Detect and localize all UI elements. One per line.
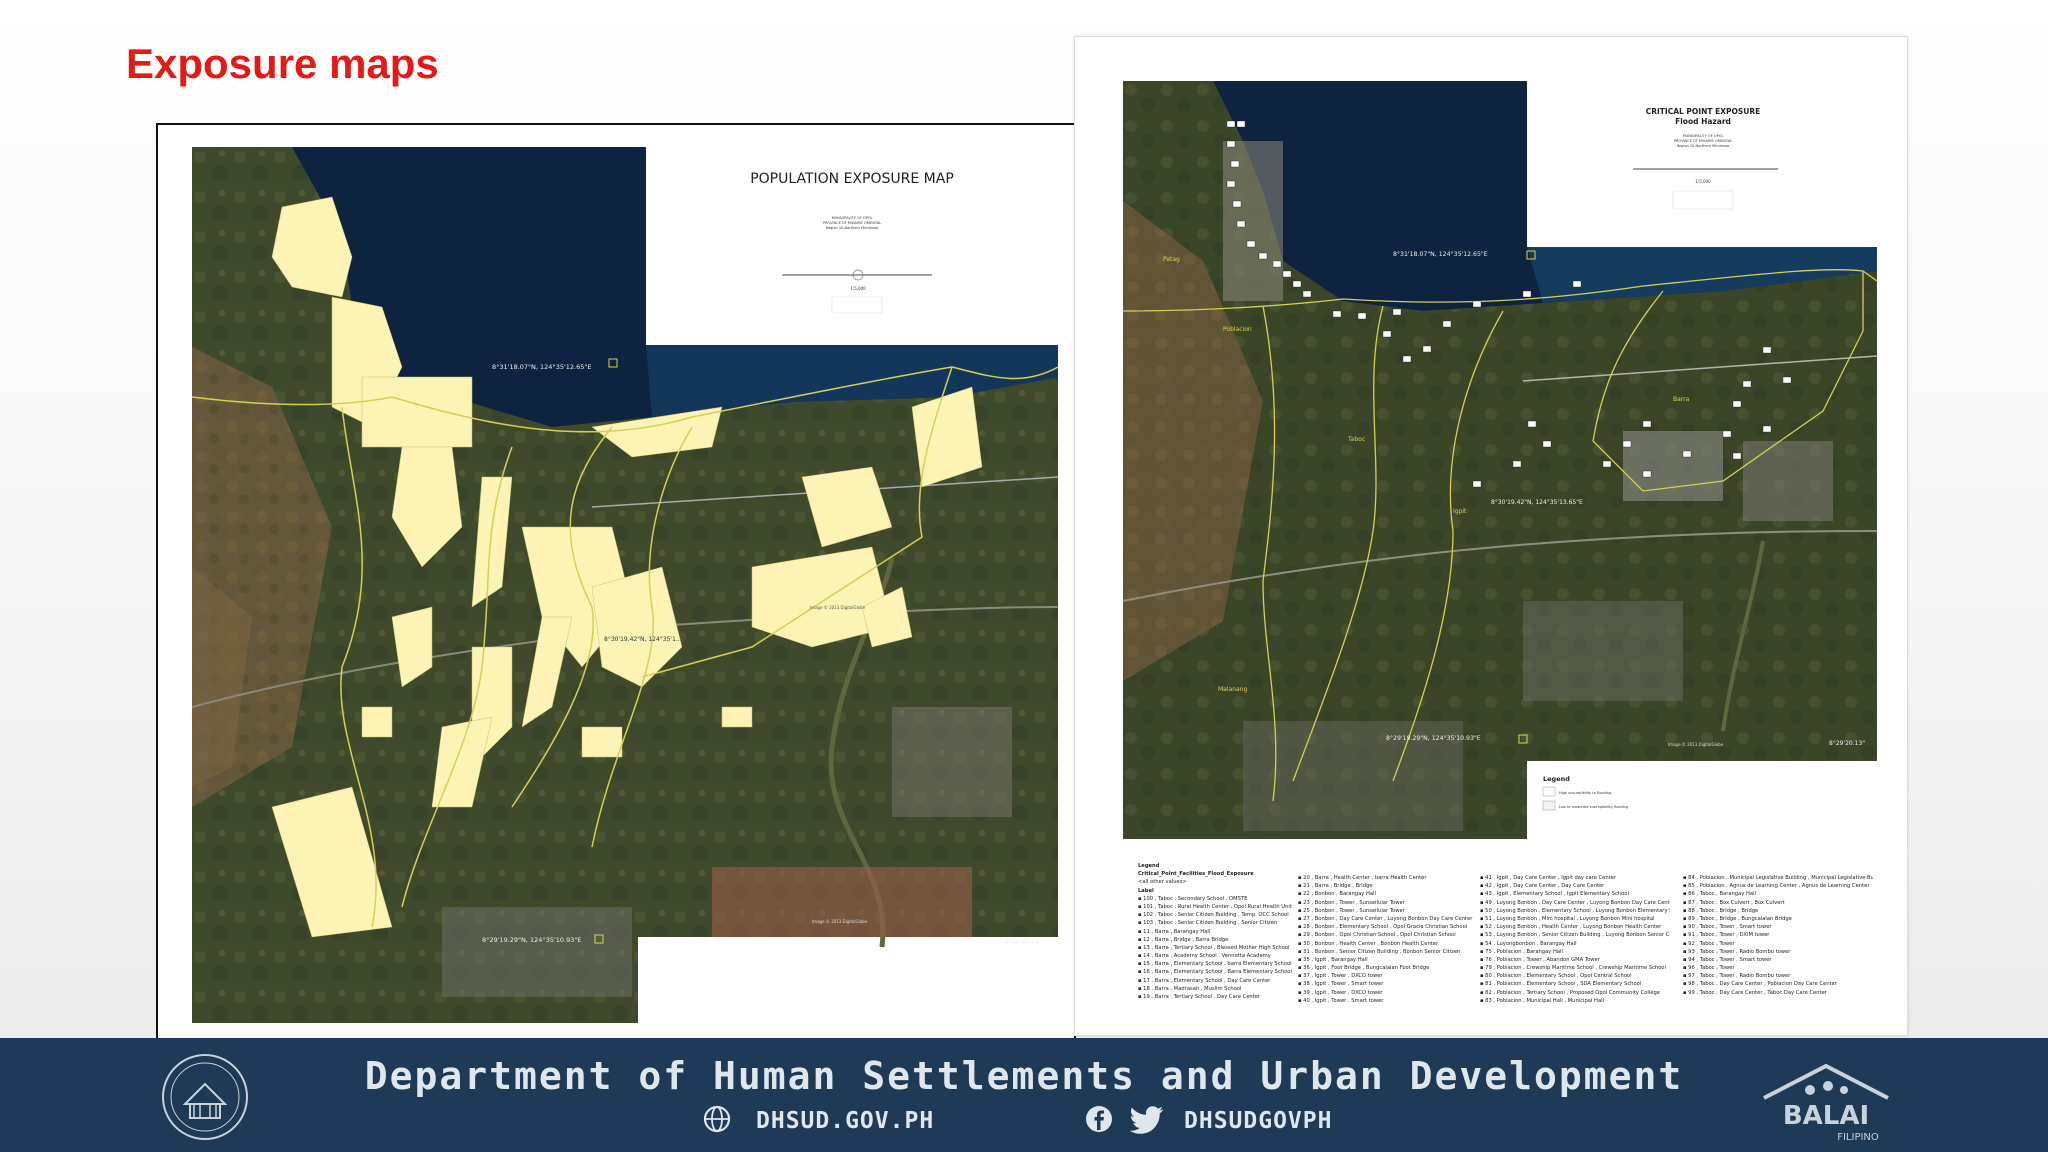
balai-filipino-logo: BALAI FILIPINO: [1763, 1063, 1889, 1143]
population-exposure-map-image: POPULATION EXPOSURE MAP MUNICIPALITY OF …: [192, 147, 1058, 1023]
legend-entry: ▪ 51 , Luyong Bonbon , Mini hospital , L…: [1480, 915, 1655, 922]
legend-entry: ▪ 22 , Bonbon , Barangay Hall: [1298, 891, 1376, 898]
right-coord-top: 8°31'18.07"N, 124°35'12.65"E: [1393, 250, 1488, 258]
left-map-title: POPULATION EXPOSURE MAP: [750, 171, 954, 187]
legend-entry: ▪ 28 , Bonbon , Elementary School , Opol…: [1298, 924, 1468, 931]
twitter-icon[interactable]: [1130, 1106, 1164, 1134]
legend-entry: ▪ 93 , Taboc , Tower , Radio Bombo tower: [1683, 948, 1791, 955]
legend-entry: ▪ 38 , Igpit , Tower , Smart tower: [1298, 981, 1384, 988]
place-label-barra: Barra: [1673, 396, 1690, 403]
left-map-sub1: MUNICIPALITY OF OPOL: [832, 216, 873, 220]
legend-entry: ▪ 75 , Poblacion , Barangay Hall: [1480, 948, 1563, 955]
social-handle[interactable]: DHSUDGOVPH: [1184, 1108, 1332, 1134]
globe-icon: [703, 1105, 731, 1133]
legend-entry: ▪ 42 , Igpit , Day Care Center , Day Car…: [1480, 883, 1605, 890]
legend-entry: ▪ 99 , Taboc , Day Care Center , Taboc D…: [1683, 989, 1827, 996]
right-map-sub1: MUNICIPALITY OF OPOL: [1683, 134, 1724, 138]
left-image-credit: Image © 2013 DigitalGlobe: [810, 605, 866, 610]
legend-entry: ▪ 31 , Bonbon , Senior Citizen Building …: [1298, 948, 1461, 955]
legend-entry: ▪ 54 , Luyongbonbon , Barangay Hall: [1480, 940, 1577, 947]
place-label-taboc: Taboc: [1347, 436, 1365, 443]
legend-entry: ▪ 76 , Poblacion , Tower , Abandon GMA T…: [1480, 956, 1600, 963]
legend-entry: ▪ 25 , Bonbon , Tower , Sunsellular Towe…: [1298, 907, 1405, 914]
legend-entry: ▪ 52 , Luyong Bonbon , Health Center , L…: [1480, 924, 1662, 931]
legend-entry: ▪ 97 , Taboc , Tower , Radio Bombo tower: [1683, 973, 1791, 980]
critical-point-exposure-map-image: Patag Poblacion Taboc Igpit Barra Malana…: [1123, 81, 1877, 839]
left-coord-bottom: 8°29'19.29"N, 124°35'10.93"E: [482, 936, 581, 944]
legend-entry: ▪ 92 , Taboc , Tower: [1683, 940, 1735, 947]
balai-logo-text: BALAI: [1783, 1101, 1869, 1131]
place-label-poblacion: Poblacion: [1223, 326, 1252, 333]
legend-column-3: ▪ 41 , Igpit , Day Care Center , Igpit d…: [1480, 874, 1670, 1005]
place-label-patag: Patag: [1163, 256, 1180, 263]
legend-entry: ▪ 98 , Taboc , Day Care Center , Poblaci…: [1683, 981, 1837, 988]
legend-entry: ▪ 88 , Taboc , Bridge , Bridge: [1683, 907, 1759, 914]
place-label-igpit: Igpit: [1453, 508, 1467, 515]
left-image-credit-2: Image © 2013 DigitalGlobe: [812, 919, 868, 924]
legend-entry: ▪ 39 , Igpit , Tower , DXCO tower: [1298, 989, 1383, 996]
legend-entry: ▪ 87 , Taboc , Box Culvert , Box Culvert: [1683, 899, 1785, 906]
legend-entry: ▪ 21 , Barra , Bridge , Bridge: [1298, 883, 1373, 890]
legend-entry: ▪ 43 , Igpit , Elementary School , Igpit…: [1480, 891, 1629, 898]
legend-entry: ▪ 40 , Igpit , Tower , Smart tower: [1298, 997, 1384, 1004]
right-image-credit: Image © 2013 DigitalGlobe: [1668, 742, 1724, 747]
legend-entry: ▪ 81 , Poblacion , Elementary School , S…: [1480, 981, 1642, 988]
right-coord-bottom-right: 8°29'20.13": [1829, 740, 1865, 747]
balai-logo-subtext: FILIPINO: [1837, 1132, 1879, 1143]
legend-entry: ▪ 36 , Igpit , Foot Bridge , Bungcalalan…: [1298, 965, 1430, 972]
department-name: Department of Human Settlements and Urba…: [364, 1054, 1684, 1098]
population-exposure-map: POPULATION EXPOSURE MAP MUNICIPALITY OF …: [156, 123, 1076, 1041]
right-coord-bottom: 8°29'19.29"N, 124°35'10.93"E: [1386, 734, 1481, 742]
legend-entry: ▪ 83 , Poblacion , Municipal Hall , Muni…: [1480, 997, 1605, 1004]
left-map-sub3: Region 10-Northern Mindanao: [826, 226, 879, 230]
footer-bar: Department of Human Settlements and Urba…: [0, 1038, 2048, 1152]
facebook-icon[interactable]: [1084, 1104, 1114, 1134]
legend-swatch-high: [1542, 786, 1556, 797]
right-map-scale: 1:5,000: [1695, 179, 1711, 184]
legend-entry: ▪ 27 , Bonbon , Day Care Center , Luyong…: [1298, 915, 1473, 922]
left-map-sub2: PROVINCE OF MISAMIS ORIENTAL: [823, 221, 881, 225]
legend-entry: ▪ 80 , Poblacion , Elementary School , O…: [1480, 973, 1632, 980]
legend-entry: ▪ 79 , Poblacion , Crewship Maritime Sch…: [1480, 965, 1666, 972]
website-link[interactable]: DHSUD.GOV.PH: [756, 1108, 934, 1134]
legend-item-high: High susceptibility to flooding: [1559, 791, 1611, 795]
critical-point-legend-list: Legend Critical_Point_Facilities_Flood_E…: [1138, 862, 1898, 1012]
left-coord-center: 8°30'19.42"N, 124°35'1...: [604, 636, 682, 643]
legend-entry: ▪ 94 , Taboc , Tower , Smart tower: [1683, 956, 1772, 963]
legend-entry: ▪ 85 , Poblacion , Agnus de Learning Cen…: [1683, 883, 1870, 890]
legend-entry: ▪ 90 , Taboc , Tower , Smart tower: [1683, 924, 1772, 931]
legend-entry: ▪ 86 , Taboc , Barangay Hall: [1683, 891, 1756, 898]
right-coord-center: 8°30'19.42"N, 124°35'13.65"E: [1491, 499, 1583, 506]
right-map-sub2: PROVINCE OF MISAMIS ORIENTAL: [1674, 139, 1732, 143]
legend-entry: ▪ 50 , Luyong Bonbon , Elementary School…: [1480, 907, 1670, 914]
place-label-malanang: Malanang: [1218, 686, 1247, 693]
legend-entry: ▪ 23 , Bonbon , Tower , Sunsellular Towe…: [1298, 899, 1405, 906]
right-map-title-2: Flood Hazard: [1675, 117, 1731, 126]
left-coord-top: 8°31'18.07"N, 124°35'12.65"E: [492, 363, 591, 371]
legend-entry: ▪ 89 , Taboc , Bridge , Bungcalalan Brid…: [1683, 915, 1792, 922]
right-map-title-1: CRITICAL POINT EXPOSURE: [1646, 107, 1761, 116]
legend-entry: ▪ 82 , Poblacion , Tertiary School , Pro…: [1480, 989, 1660, 996]
right-legend-title: Legend: [1543, 775, 1570, 783]
legend-entry: ▪ 41 , Igpit , Day Care Center , Igpit d…: [1480, 875, 1616, 881]
legend-entry: ▪ 91 , Taboc , Tower , DXIM tower: [1683, 932, 1770, 939]
legend-list-header: Legend: [1138, 863, 1160, 869]
slide-title: Exposure maps: [126, 40, 439, 87]
legend-entry: ▪ 53 , Luyong Bonbon , Senior Citizen Bu…: [1480, 932, 1670, 939]
legend-entry: ▪ 49 , Luyong Bonbon , Day Care Center ,…: [1480, 899, 1670, 906]
legend-entry: ▪ 29 , Bonbon , Opol Christian School , …: [1298, 932, 1456, 939]
legend-entry: ▪ 84 , Poblacion , Municipal Legislative…: [1683, 875, 1873, 881]
legend-entry: ▪ 30 , Bonbon , Health Center , Bonbon H…: [1298, 940, 1439, 947]
legend-swatch-low: [1542, 800, 1556, 811]
legend-entry: ▪ 37 , Igpit , Tower , DXCO tower: [1298, 973, 1383, 980]
legend-entry: ▪ 20 , Barra , Health Center , barra Hea…: [1298, 875, 1427, 881]
right-map-sub3: Region 10-Northern Mindanao: [1677, 144, 1730, 148]
legend-item-low: Low to moderate susceptibility flooding: [1559, 805, 1628, 809]
legend-entry: ▪ 96 , Taboc , Tower: [1683, 965, 1735, 972]
left-coord-bottom-right: 8°29'20.13": [1005, 939, 1041, 946]
legend-entry: ▪ 35 , Igpit , Barangay Hall: [1298, 956, 1368, 963]
left-map-scale: 1:5,000: [850, 286, 866, 291]
legend-column-2: ▪ 20 , Barra , Health Center , barra Hea…: [1298, 874, 1488, 1005]
legend-column-4: ▪ 84 , Poblacion , Municipal Legislative…: [1683, 874, 1873, 997]
